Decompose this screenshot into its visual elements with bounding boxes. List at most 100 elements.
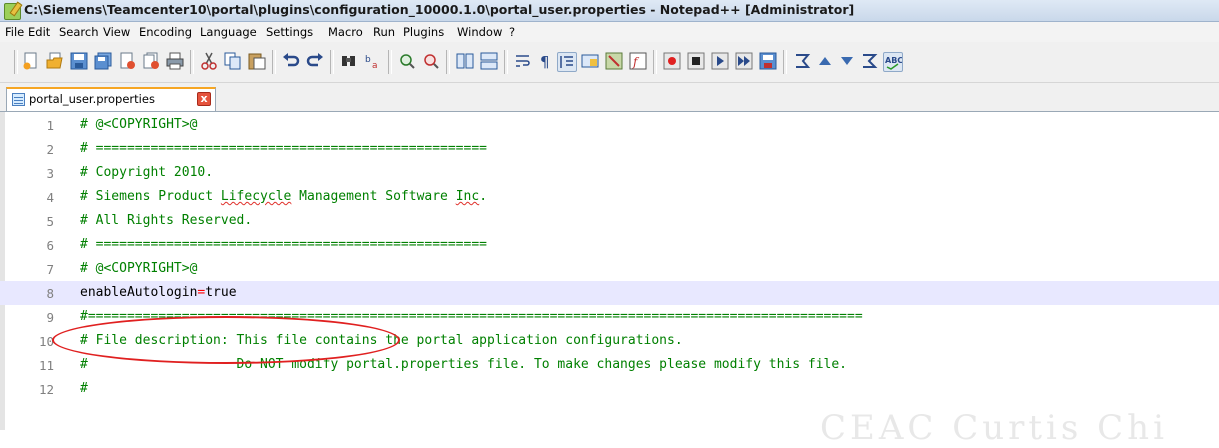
toolbar: ba ¶ f ABC bbox=[0, 42, 1219, 83]
zoom-in-icon[interactable] bbox=[398, 52, 416, 70]
record-macro-icon[interactable] bbox=[663, 52, 681, 70]
menu-encoding[interactable]: Encoding bbox=[139, 25, 192, 39]
code-line: 4 # Siemens Product Lifecycle Management… bbox=[0, 185, 1219, 209]
title-bar: C:\Siemens\Teamcenter10\portal\plugins\c… bbox=[0, 0, 1219, 22]
close-icon[interactable] bbox=[118, 52, 136, 70]
menu-file[interactable]: File bbox=[5, 25, 24, 39]
line-text: enableAutologin=true bbox=[80, 285, 237, 300]
sum-icon[interactable] bbox=[860, 52, 878, 70]
show-all-chars-icon[interactable]: ¶ bbox=[536, 52, 554, 70]
function-list-icon[interactable]: f bbox=[629, 52, 647, 70]
window-title: C:\Siemens\Teamcenter10\portal\plugins\c… bbox=[24, 2, 855, 17]
line-number: 9 bbox=[46, 310, 54, 325]
menu-bar: File Edit Search View Encoding Language … bbox=[0, 22, 1219, 42]
sync-vertical-icon[interactable] bbox=[456, 52, 474, 70]
toolbar-separator bbox=[653, 50, 657, 74]
menu-settings[interactable]: Settings bbox=[266, 25, 313, 39]
line-text: # Siemens Product Lifecycle Management S… bbox=[80, 189, 487, 204]
doc-map-icon[interactable] bbox=[605, 52, 623, 70]
run-macro-multiple-icon[interactable] bbox=[735, 52, 753, 70]
svg-text:¶: ¶ bbox=[540, 53, 550, 70]
line-number: 1 bbox=[46, 118, 54, 133]
indent-guide-icon[interactable] bbox=[557, 52, 577, 72]
code-line: 2 # ====================================… bbox=[0, 137, 1219, 161]
menu-view[interactable]: View bbox=[103, 25, 130, 39]
stop-record-icon[interactable] bbox=[687, 52, 705, 70]
down-icon[interactable] bbox=[838, 52, 856, 70]
tab-portal-user-properties[interactable]: portal_user.properties x bbox=[6, 87, 216, 111]
line-text: # @<COPYRIGHT>@ bbox=[80, 261, 198, 276]
menu-run[interactable]: Run bbox=[373, 25, 395, 39]
tab-bar: portal_user.properties x bbox=[0, 83, 1219, 112]
line-text-segment: Management Software bbox=[291, 189, 456, 204]
line-number: 3 bbox=[46, 166, 54, 181]
code-line: 3 # Copyright 2010. bbox=[0, 161, 1219, 185]
cut-icon[interactable] bbox=[200, 52, 218, 70]
word-wrap-icon[interactable] bbox=[514, 52, 532, 70]
property-key: enableAutologin bbox=[80, 285, 198, 300]
paste-icon[interactable] bbox=[248, 52, 266, 70]
user-defined-lang-icon[interactable] bbox=[581, 52, 599, 70]
toolbar-separator bbox=[783, 50, 787, 74]
save-icon[interactable] bbox=[70, 52, 88, 70]
watermark: CEAC Curtis Chi bbox=[820, 408, 1168, 448]
save-macro-icon[interactable] bbox=[759, 52, 777, 70]
toolbar-separator bbox=[446, 50, 450, 74]
open-file-icon[interactable] bbox=[46, 52, 64, 70]
menu-edit[interactable]: Edit bbox=[28, 25, 50, 39]
line-text: # @<COPYRIGHT>@ bbox=[80, 117, 198, 132]
line-number: 8 bbox=[46, 286, 54, 301]
line-number: 5 bbox=[46, 214, 54, 229]
toolbar-separator bbox=[388, 50, 392, 74]
close-all-icon[interactable] bbox=[142, 52, 160, 70]
spell-check-icon[interactable]: ABC bbox=[883, 52, 903, 72]
svg-text:b: b bbox=[365, 55, 371, 65]
line-text: # ======================================… bbox=[80, 141, 487, 156]
line-text: # Copyright 2010. bbox=[80, 165, 214, 180]
menu-search[interactable]: Search bbox=[59, 25, 99, 39]
copy-icon[interactable] bbox=[224, 52, 242, 70]
undo-icon[interactable] bbox=[282, 52, 300, 70]
menu-window[interactable]: Window bbox=[457, 25, 502, 39]
line-number: 4 bbox=[46, 190, 54, 205]
menu-macro[interactable]: Macro bbox=[328, 25, 363, 39]
spelling-error: Inc bbox=[455, 189, 480, 204]
menu-language[interactable]: Language bbox=[200, 25, 257, 39]
find-icon[interactable] bbox=[340, 52, 358, 70]
menu-help[interactable]: ? bbox=[509, 25, 515, 39]
up-icon[interactable] bbox=[816, 52, 834, 70]
line-text-segment: . bbox=[479, 189, 488, 204]
highlight-annotation-oval bbox=[52, 316, 400, 364]
code-line: 6 # ====================================… bbox=[0, 233, 1219, 257]
property-value: true bbox=[205, 285, 237, 300]
menu-plugins[interactable]: Plugins bbox=[403, 25, 444, 39]
spelling-error: Lifecycle bbox=[220, 189, 292, 204]
code-line-current: 8 enableAutologin=true bbox=[0, 281, 1219, 305]
line-number: 11 bbox=[38, 358, 54, 373]
zoom-out-icon[interactable] bbox=[422, 52, 440, 70]
line-number: 12 bbox=[38, 382, 54, 397]
collapse-icon[interactable] bbox=[793, 52, 811, 70]
code-line: 12 # bbox=[0, 377, 1219, 401]
replace-icon[interactable]: ba bbox=[364, 52, 382, 70]
svg-text:ABC: ABC bbox=[885, 56, 903, 65]
toolbar-separator bbox=[272, 50, 276, 74]
save-all-icon[interactable] bbox=[94, 52, 112, 70]
editor[interactable]: 1 # @<COPYRIGHT>@ 2 # ==================… bbox=[0, 112, 1219, 430]
sync-horizontal-icon[interactable] bbox=[480, 52, 498, 70]
new-file-icon[interactable] bbox=[22, 52, 40, 70]
toolbar-grip bbox=[14, 50, 18, 74]
toolbar-separator bbox=[330, 50, 334, 74]
notepad-plus-plus-icon bbox=[4, 3, 21, 20]
line-number: 2 bbox=[46, 142, 54, 157]
code-line: 7 # @<COPYRIGHT>@ bbox=[0, 257, 1219, 281]
line-text: # bbox=[80, 381, 88, 396]
tab-label: portal_user.properties bbox=[29, 92, 155, 106]
toolbar-separator bbox=[190, 50, 194, 74]
close-tab-icon[interactable]: x bbox=[197, 92, 211, 106]
redo-icon[interactable] bbox=[306, 52, 324, 70]
play-macro-icon[interactable] bbox=[711, 52, 729, 70]
line-number: 7 bbox=[46, 262, 54, 277]
print-icon[interactable] bbox=[166, 52, 184, 70]
line-text: # ======================================… bbox=[80, 237, 487, 252]
